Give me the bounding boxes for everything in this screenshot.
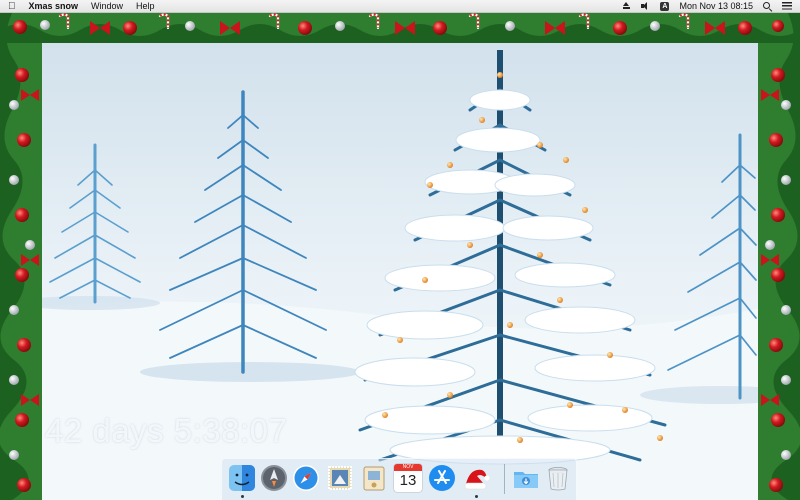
notification-center-icon[interactable]	[782, 2, 792, 10]
xmas-snow-app-icon[interactable]	[462, 464, 490, 492]
dock-separator	[504, 464, 505, 494]
xmas-snow-running-indicator	[475, 495, 478, 498]
apple-menu-icon[interactable]: 	[8, 0, 16, 13]
contacts-icon[interactable]	[360, 464, 388, 492]
trash-icon[interactable]	[544, 464, 572, 492]
downloads-folder-icon[interactable]	[512, 464, 540, 492]
app-store-icon[interactable]	[428, 464, 456, 492]
input-source-icon[interactable]: A	[660, 1, 670, 11]
help-menu[interactable]: Help	[136, 1, 155, 11]
volume-icon[interactable]	[641, 2, 650, 10]
spotlight-search-icon[interactable]	[763, 2, 772, 10]
window-menu[interactable]: Window	[91, 1, 123, 11]
menubar-clock[interactable]: Mon Nov 13 08:15	[679, 1, 753, 11]
finder-icon[interactable]	[228, 464, 256, 492]
mail-icon[interactable]	[326, 464, 354, 492]
app-menu[interactable]: Xmas snow	[29, 1, 79, 11]
launchpad-icon[interactable]	[260, 464, 288, 492]
christmas-countdown: 42 days 5:38:07	[45, 412, 288, 449]
calendar-month-label: NOV	[394, 464, 422, 471]
eject-icon[interactable]	[622, 2, 631, 10]
menu-bar:  Xmas snow Window Help A Mon Nov 13 08:…	[0, 0, 800, 13]
dock: NOV 13	[221, 458, 577, 500]
finder-running-indicator	[241, 495, 244, 498]
calendar-day-label: 13	[399, 472, 417, 489]
calendar-icon[interactable]: NOV 13	[394, 464, 422, 492]
safari-icon[interactable]	[292, 464, 320, 492]
